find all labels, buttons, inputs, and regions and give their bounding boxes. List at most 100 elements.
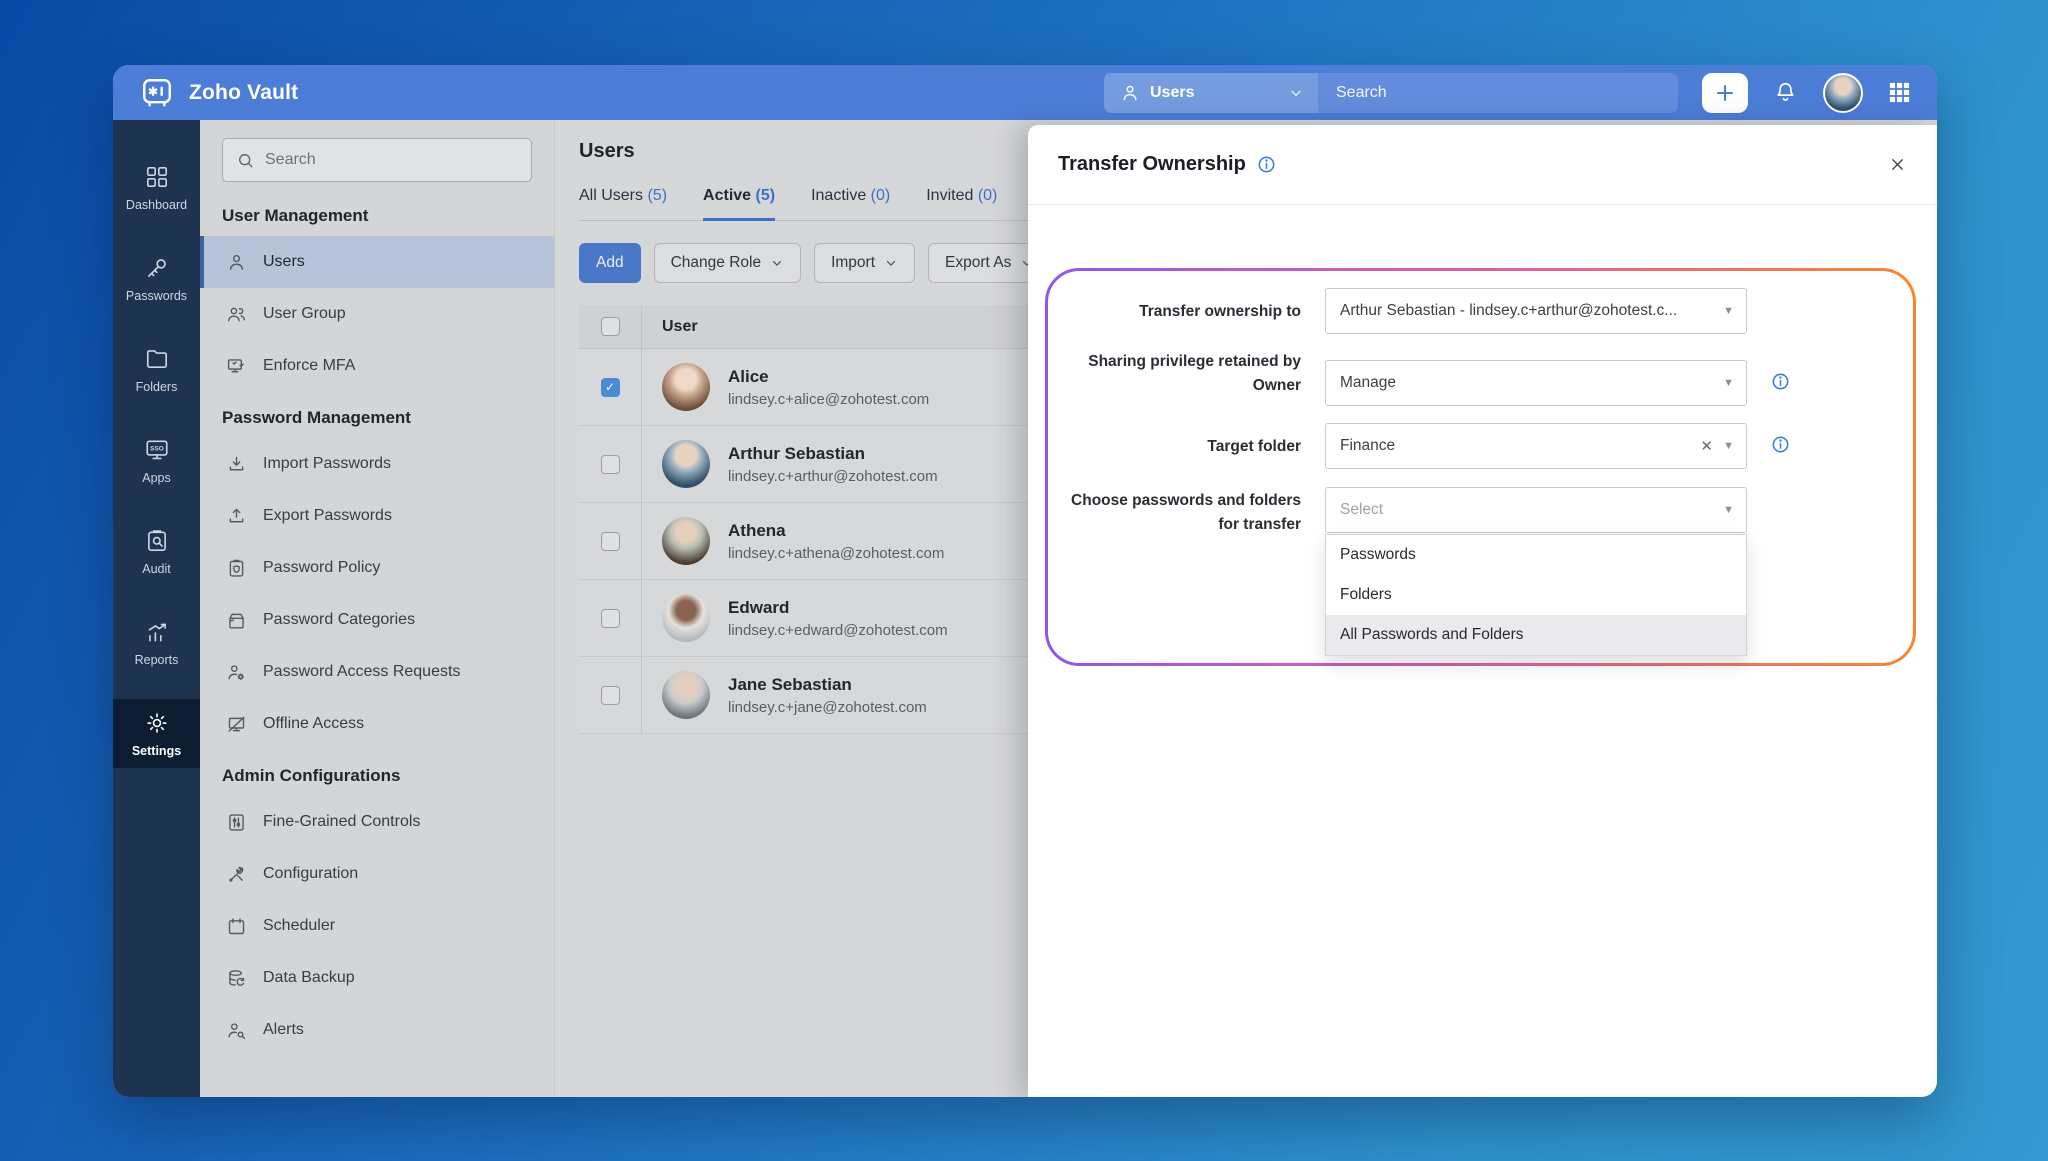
row-checkbox[interactable] bbox=[601, 455, 620, 474]
app-grid-icon[interactable] bbox=[1888, 81, 1911, 104]
gear-icon bbox=[144, 710, 170, 736]
folder-icon bbox=[144, 346, 170, 372]
subnav-item-label: Users bbox=[263, 253, 305, 271]
button-label: Change Role bbox=[671, 254, 761, 272]
sidebar-item-reports[interactable]: Reports bbox=[113, 597, 200, 688]
subnav-item-configuration[interactable]: Configuration bbox=[200, 848, 554, 900]
tab-count: (0) bbox=[978, 187, 998, 204]
row-checkbox[interactable] bbox=[601, 609, 620, 628]
panel-header: Transfer Ownership bbox=[1028, 125, 1937, 205]
menu-option-all-passwords-and-folders[interactable]: All Passwords and Folders bbox=[1326, 615, 1746, 655]
user-avatar bbox=[662, 440, 710, 488]
sidebar-item-folders[interactable]: Folders bbox=[113, 324, 200, 415]
global-search: Users bbox=[1104, 73, 1678, 113]
select-placeholder: Select bbox=[1340, 501, 1383, 519]
chart-icon bbox=[144, 619, 170, 645]
zoho-vault-window: Zoho Vault Users bbox=[113, 65, 1937, 1097]
menu-option-passwords[interactable]: Passwords bbox=[1326, 535, 1746, 575]
user-name: Jane Sebastian bbox=[728, 675, 927, 695]
user-email: lindsey.c+alice@zohotest.com bbox=[728, 391, 929, 408]
sidebar-item-apps[interactable]: SSO Apps bbox=[113, 415, 200, 506]
tab-active[interactable]: Active (5) bbox=[703, 187, 775, 221]
select-value: Manage bbox=[1340, 374, 1396, 392]
subnav-item-label: Password Access Requests bbox=[263, 663, 460, 681]
subnav-item-label: Enforce MFA bbox=[263, 357, 355, 375]
subnav-item-data-backup[interactable]: Data Backup bbox=[200, 952, 554, 1004]
section-title-password-management: Password Management bbox=[200, 392, 554, 438]
tab-label: Inactive bbox=[811, 187, 866, 204]
tab-inactive[interactable]: Inactive (0) bbox=[811, 187, 890, 221]
tab-all-users[interactable]: All Users (5) bbox=[579, 187, 667, 221]
account-avatar[interactable] bbox=[1823, 73, 1863, 113]
subnav-item-export-passwords[interactable]: Export Passwords bbox=[200, 490, 554, 542]
subnav-item-label: Scheduler bbox=[263, 917, 335, 935]
appbar-actions bbox=[1702, 73, 1911, 113]
target-folder-select[interactable]: Finance ✕ ▼ bbox=[1325, 423, 1747, 469]
subnav-item-password-access-requests[interactable]: Password Access Requests bbox=[200, 646, 554, 698]
notifications-bell-icon[interactable] bbox=[1773, 80, 1798, 105]
info-icon[interactable] bbox=[1256, 154, 1277, 175]
clear-icon[interactable]: ✕ bbox=[1700, 437, 1713, 455]
settings-subnav: User Management Users bbox=[200, 120, 555, 1097]
sidebar-item-audit[interactable]: Audit bbox=[113, 506, 200, 597]
user-email: lindsey.c+jane@zohotest.com bbox=[728, 699, 927, 716]
user-email: lindsey.c+arthur@zohotest.com bbox=[728, 468, 938, 485]
app-title: Zoho Vault bbox=[189, 81, 298, 105]
select-all-cell bbox=[579, 305, 642, 348]
select-value: Arthur Sebastian - lindsey.c+arthur@zoho… bbox=[1340, 302, 1677, 320]
subnav-item-password-categories[interactable]: Password Categories bbox=[200, 594, 554, 646]
chevron-down-icon bbox=[770, 256, 784, 270]
add-quick-button[interactable] bbox=[1702, 73, 1748, 113]
tools-icon bbox=[226, 864, 247, 885]
sidebar-label: Reports bbox=[135, 653, 179, 667]
tab-count: (5) bbox=[647, 187, 667, 204]
search-input[interactable] bbox=[1318, 73, 1678, 113]
row-checkbox-cell bbox=[579, 426, 642, 502]
desktop-background: Zoho Vault Users bbox=[0, 0, 2048, 1161]
select-all-checkbox[interactable] bbox=[601, 317, 620, 336]
transfer-ownership-panel: Transfer Ownership Transfer ownership to… bbox=[1028, 125, 1937, 1097]
subnav-item-users[interactable]: Users bbox=[200, 236, 554, 288]
subnav-item-offline-access[interactable]: Offline Access bbox=[200, 698, 554, 750]
row-checkbox-cell bbox=[579, 580, 642, 656]
sidebar-item-passwords[interactable]: Passwords bbox=[113, 233, 200, 324]
chevron-down-icon bbox=[1288, 85, 1304, 101]
row-checkbox[interactable] bbox=[601, 532, 620, 551]
subnav-item-label: Configuration bbox=[263, 865, 358, 883]
user-name: Arthur Sebastian bbox=[728, 444, 938, 464]
subnav-item-import-passwords[interactable]: Import Passwords bbox=[200, 438, 554, 490]
page-title: Users bbox=[579, 140, 1079, 163]
mfa-monitor-icon bbox=[226, 356, 247, 377]
close-icon[interactable] bbox=[1888, 155, 1907, 174]
import-button[interactable]: Import bbox=[814, 243, 915, 283]
choose-passwords-folders-select[interactable]: Select ▼ bbox=[1325, 487, 1747, 533]
subnav-search-input[interactable] bbox=[265, 151, 518, 169]
row-checkbox[interactable] bbox=[601, 686, 620, 705]
sidebar-item-dashboard[interactable]: Dashboard bbox=[113, 142, 200, 233]
subnav-item-alerts[interactable]: Alerts bbox=[200, 1004, 554, 1056]
user-search-icon bbox=[226, 1020, 247, 1041]
tab-invited[interactable]: Invited (0) bbox=[926, 187, 997, 221]
info-icon[interactable] bbox=[1770, 434, 1791, 455]
tab-count: (0) bbox=[871, 187, 891, 204]
panel-title: Transfer Ownership bbox=[1058, 153, 1246, 176]
add-user-button[interactable]: Add bbox=[579, 243, 641, 283]
app-bar: Zoho Vault Users bbox=[113, 65, 1937, 120]
info-icon[interactable] bbox=[1770, 371, 1791, 392]
user-name: Athena bbox=[728, 521, 944, 541]
monitor-slash-icon bbox=[226, 714, 247, 735]
policy-clipboard-icon bbox=[226, 558, 247, 579]
menu-option-folders[interactable]: Folders bbox=[1326, 575, 1746, 615]
change-role-button[interactable]: Change Role bbox=[654, 243, 801, 283]
sidebar-item-settings[interactable]: Settings bbox=[113, 699, 200, 768]
subnav-item-scheduler[interactable]: Scheduler bbox=[200, 900, 554, 952]
subnav-item-user-group[interactable]: User Group bbox=[200, 288, 554, 340]
subnav-item-fine-grained-controls[interactable]: Fine-Grained Controls bbox=[200, 796, 554, 848]
subnav-item-label: Offline Access bbox=[263, 715, 364, 733]
subnav-item-enforce-mfa[interactable]: Enforce MFA bbox=[200, 340, 554, 392]
sharing-privilege-select[interactable]: Manage ▼ bbox=[1325, 360, 1747, 406]
transfer-ownership-to-select[interactable]: Arthur Sebastian - lindsey.c+arthur@zoho… bbox=[1325, 288, 1747, 334]
search-scope-dropdown[interactable]: Users bbox=[1104, 73, 1318, 113]
subnav-item-password-policy[interactable]: Password Policy bbox=[200, 542, 554, 594]
row-checkbox[interactable]: ✓ bbox=[601, 378, 620, 397]
